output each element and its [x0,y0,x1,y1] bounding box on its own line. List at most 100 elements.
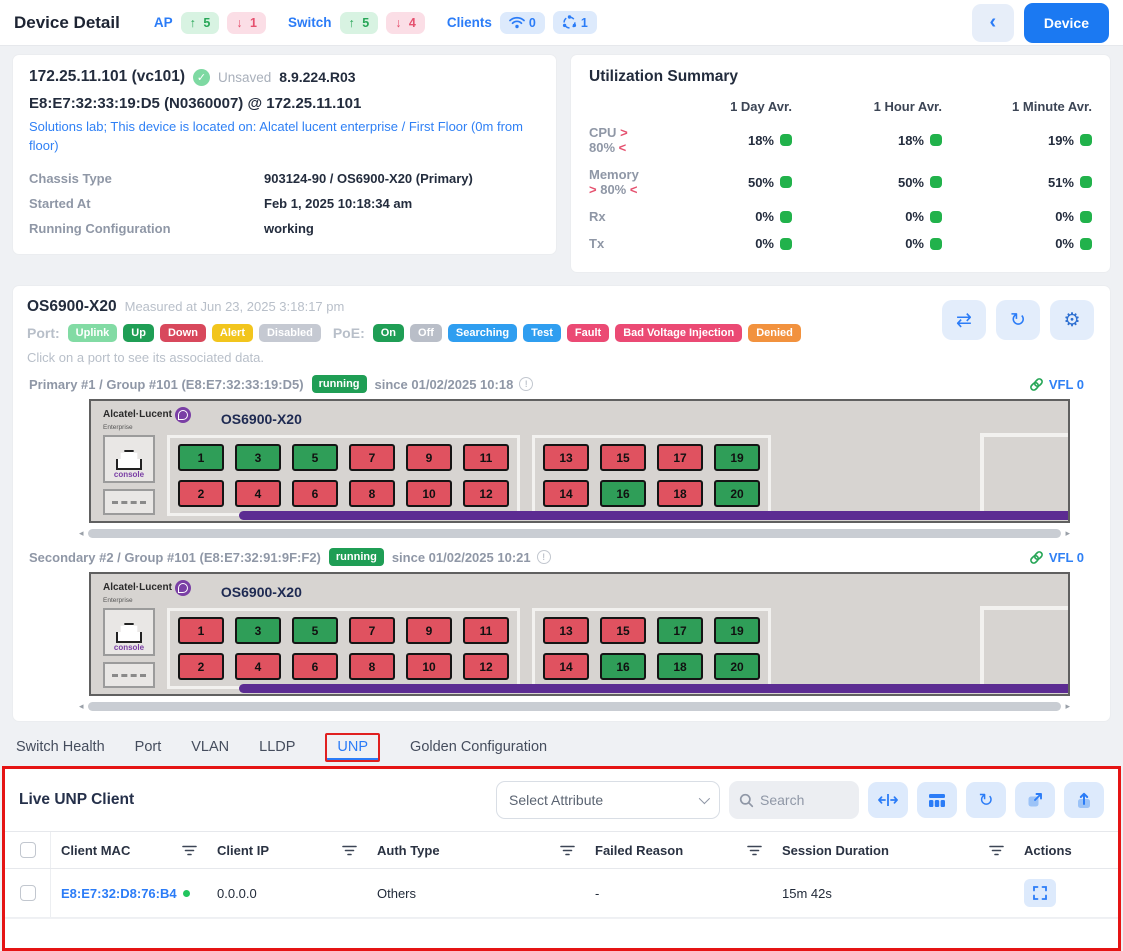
port-12[interactable]: 12 [463,480,509,507]
port-6[interactable]: 6 [292,653,338,680]
port-10[interactable]: 10 [406,480,452,507]
back-button[interactable]: ‹ [972,4,1014,42]
port-13[interactable]: 13 [543,444,589,471]
select-attribute-dropdown[interactable]: Select Attribute [496,781,720,819]
clients-wifi-badge[interactable]: 0 [500,12,545,34]
brand-name: Alcatel·Lucent [103,580,191,596]
tab-unp[interactable]: UNP [325,733,380,762]
tab-vlan[interactable]: VLAN [191,739,229,755]
port-18[interactable]: 18 [657,653,703,680]
port-9[interactable]: 9 [406,444,452,471]
port-7[interactable]: 7 [349,617,395,644]
port-19[interactable]: 19 [714,444,760,471]
port-20[interactable]: 20 [714,653,760,680]
chassis-actions: ⇄ ↻ ⚙ [942,300,1094,340]
port-3[interactable]: 3 [235,617,281,644]
vfl-link[interactable]: VFL 0 [1029,377,1084,392]
status-ok-indicator [1080,211,1092,223]
columns-button[interactable] [917,782,957,818]
scrollbar-track[interactable] [88,702,1062,711]
filter-icon[interactable] [989,845,1004,856]
port-16[interactable]: 16 [600,653,646,680]
search-input[interactable] [760,792,845,808]
search-box[interactable] [729,781,859,819]
scroll-left-icon[interactable]: ◂ [79,529,84,538]
port-15[interactable]: 15 [600,444,646,471]
port-12[interactable]: 12 [463,653,509,680]
filter-icon-wrap[interactable] [182,845,197,856]
tab-port[interactable]: Port [135,739,162,755]
port-16[interactable]: 16 [600,480,646,507]
info-icon[interactable]: ! [537,550,551,564]
ap-up-badge[interactable]: ↑ 5 [181,12,220,34]
device-location-link[interactable]: Solutions lab; This device is located on… [29,118,540,156]
port-5[interactable]: 5 [292,617,338,644]
expand-row-button[interactable] [1024,879,1056,907]
port-3[interactable]: 3 [235,444,281,471]
switch-down-badge[interactable]: ↓ 4 [386,12,425,34]
ap-down-badge[interactable]: ↓ 1 [227,12,266,34]
port-14[interactable]: 14 [543,480,589,507]
port-5[interactable]: 5 [292,444,338,471]
port-11[interactable]: 11 [463,444,509,471]
port-11[interactable]: 11 [463,617,509,644]
refresh-table-button[interactable]: ↻ [966,782,1006,818]
row-checkbox[interactable] [20,885,36,901]
settings-button[interactable]: ⚙ [1050,300,1094,340]
scroll-right-icon[interactable]: ▸ [1065,529,1070,538]
port-7[interactable]: 7 [349,444,395,471]
port-9[interactable]: 9 [406,617,452,644]
port-13[interactable]: 13 [543,617,589,644]
utilization-row-label: CPU > 80% < [589,119,642,161]
port-1[interactable]: 1 [178,617,224,644]
scrollbar-track[interactable] [88,529,1062,538]
tab-switch-health[interactable]: Switch Health [16,739,105,755]
refresh-button[interactable]: ↻ [996,300,1040,340]
port-10[interactable]: 10 [406,653,452,680]
port-17[interactable]: 17 [657,444,703,471]
panel-body: console1234567891011121314151617181920 [103,435,1068,516]
status-ok-indicator [930,238,942,250]
port-2[interactable]: 2 [178,480,224,507]
open-external-button[interactable] [1015,782,1055,818]
scroll-left-icon[interactable]: ◂ [79,702,84,711]
filter-icon[interactable] [747,845,762,856]
filter-icon-wrap[interactable] [342,845,357,856]
port-19[interactable]: 19 [714,617,760,644]
filter-icon-wrap[interactable] [560,845,575,856]
switch-up-badge[interactable]: ↑ 5 [340,12,379,34]
info-icon[interactable]: ! [519,377,533,391]
port-2[interactable]: 2 [178,653,224,680]
port-17[interactable]: 17 [657,617,703,644]
filter-icon-wrap[interactable] [989,845,1004,856]
tab-golden-configuration[interactable]: Golden Configuration [410,739,547,755]
scroll-right-icon[interactable]: ▸ [1065,702,1070,711]
vfl-link[interactable]: VFL 0 [1029,550,1084,565]
filter-icon[interactable] [560,845,575,856]
port-1[interactable]: 1 [178,444,224,471]
port-14[interactable]: 14 [543,653,589,680]
fit-columns-button[interactable] [868,782,908,818]
table-row: E8:E7:32:D8:76:B40.0.0.0Others-15m 42s [5,869,1118,918]
utilization-title: Utilization Summary [589,68,1092,86]
compare-button[interactable]: ⇄ [942,300,986,340]
filter-icon[interactable] [342,845,357,856]
port-8[interactable]: 8 [349,480,395,507]
device-button[interactable]: Device [1024,3,1109,43]
client-mac-link[interactable]: E8:E7:32:D8:76:B4 [61,886,177,901]
port-15[interactable]: 15 [600,617,646,644]
port-8[interactable]: 8 [349,653,395,680]
clients-mesh-badge[interactable]: 1 [553,11,597,34]
tab-lldp[interactable]: LLDP [259,739,295,755]
filter-icon-wrap[interactable] [747,845,762,856]
port-18[interactable]: 18 [657,480,703,507]
port-4[interactable]: 4 [235,653,281,680]
field-label: Chassis Type [29,171,264,186]
filter-icon[interactable] [182,845,197,856]
export-button[interactable] [1064,782,1104,818]
unp-annotation-box: Live UNP Client Select Attribute [2,766,1121,951]
port-20[interactable]: 20 [714,480,760,507]
select-all-checkbox[interactable] [20,842,36,858]
port-6[interactable]: 6 [292,480,338,507]
port-4[interactable]: 4 [235,480,281,507]
